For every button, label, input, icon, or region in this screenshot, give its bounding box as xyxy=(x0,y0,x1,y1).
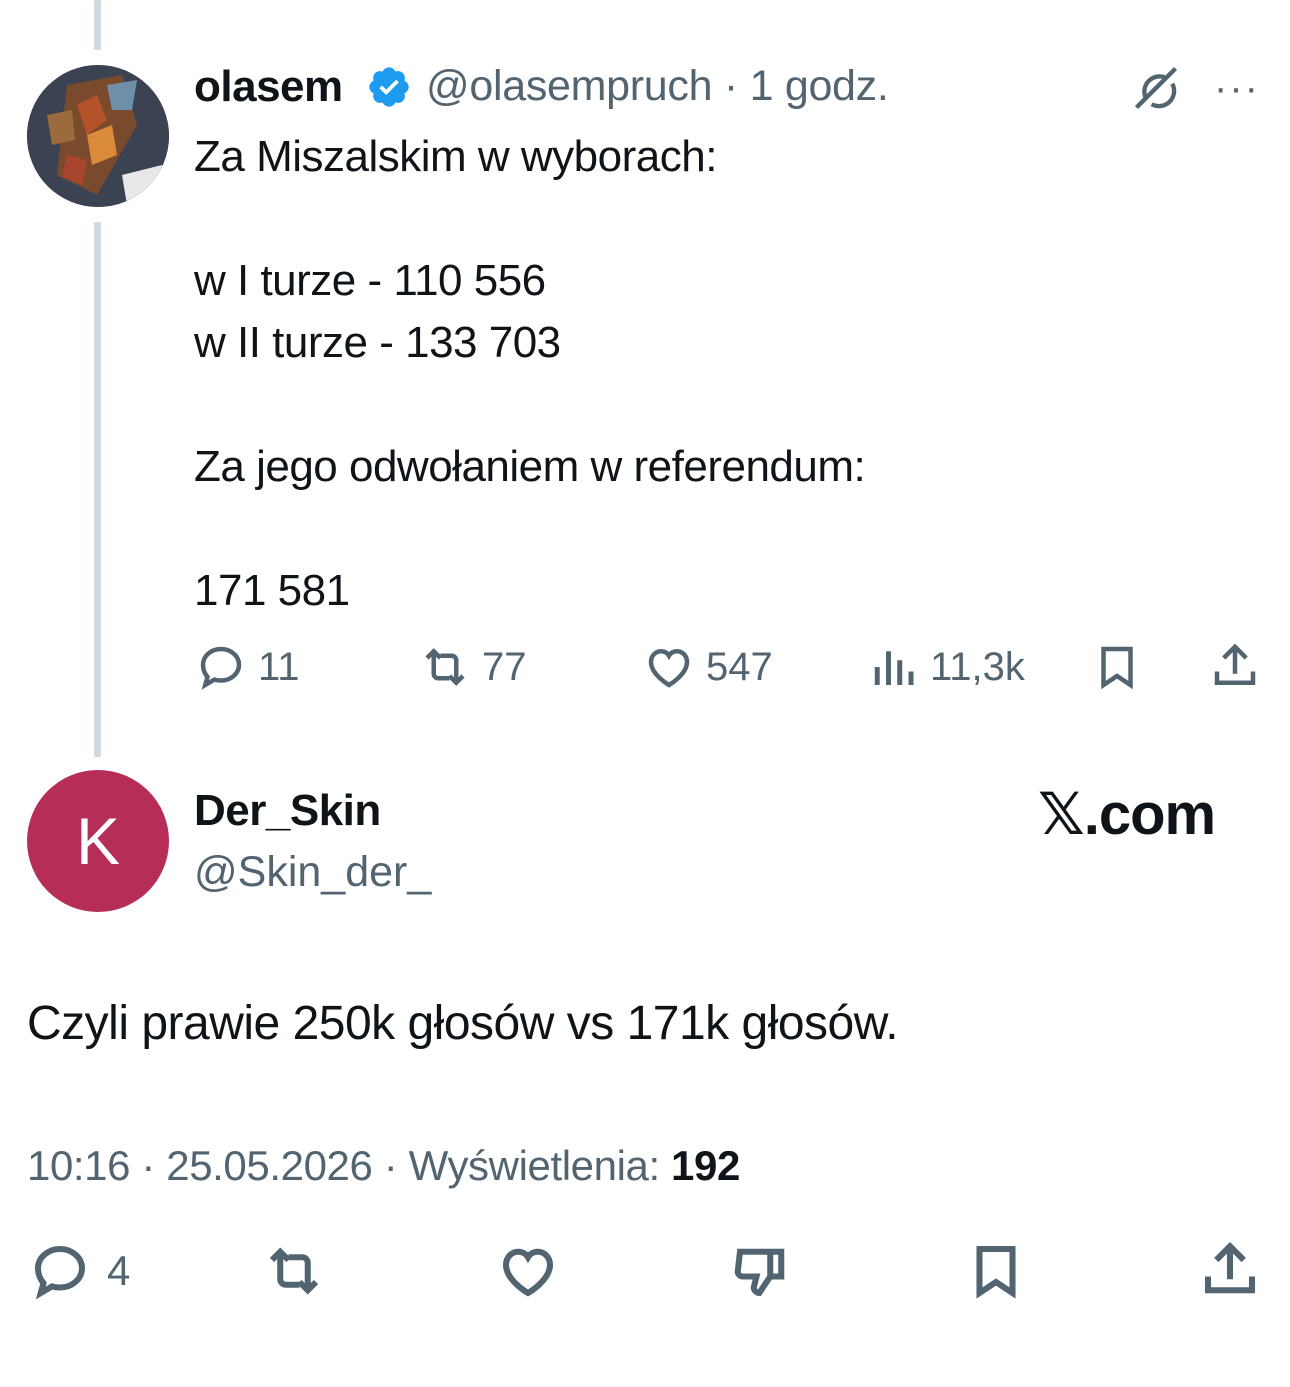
author-name[interactable]: Der_Skin xyxy=(194,786,381,836)
views-button[interactable]: 11,3k xyxy=(866,640,1025,694)
reply-icon xyxy=(34,1245,86,1300)
repost-button[interactable]: 77 xyxy=(418,640,527,694)
x-logo: 𝕏.com xyxy=(1038,782,1216,847)
like-icon xyxy=(502,1248,554,1297)
dislike-button[interactable] xyxy=(729,1238,795,1304)
repost-icon xyxy=(269,1247,319,1295)
tweet-text: Za Miszalskim w wyborach: w I turze - 110… xyxy=(194,126,866,622)
views-count: 192 xyxy=(671,1142,740,1189)
avatar-reply[interactable]: K xyxy=(27,770,169,912)
separator-dot: · xyxy=(712,62,750,110)
thread-line xyxy=(94,222,101,757)
author-handle[interactable]: @Skin_der_ xyxy=(194,848,431,897)
tweet-line: Za jego odwołaniem w referendum: xyxy=(194,442,866,491)
verified-badge-icon xyxy=(369,67,409,107)
bookmark-icon xyxy=(1101,646,1133,690)
tweet-time[interactable]: 10:16 xyxy=(27,1142,131,1189)
author-handle-time[interactable]: @olasempruch · 1 godz. xyxy=(426,62,889,111)
like-icon xyxy=(648,648,690,688)
grok-icon[interactable] xyxy=(1130,62,1182,114)
bookmark-icon xyxy=(976,1245,1016,1299)
tweet-line xyxy=(194,498,865,560)
timestamp[interactable]: 1 godz. xyxy=(750,62,889,110)
reply-count: 4 xyxy=(107,1247,131,1294)
tweet-date[interactable]: 25.05.2026 xyxy=(166,1142,373,1189)
repost-button[interactable] xyxy=(261,1238,327,1304)
reply-button[interactable]: 11 xyxy=(194,640,300,694)
like-button[interactable]: 547 xyxy=(642,640,773,694)
reply-icon xyxy=(200,646,242,690)
views-count: 11,3k xyxy=(930,644,1025,689)
tweet-line xyxy=(194,374,865,436)
share-button[interactable] xyxy=(1208,640,1262,694)
share-icon xyxy=(1204,1241,1256,1294)
bookmark-button[interactable] xyxy=(963,1238,1029,1304)
author-handle[interactable]: @olasempruch xyxy=(426,62,713,110)
tweet-text: Czyli prawie 250k głosów vs 171k głosów. xyxy=(27,997,899,1050)
tweet-line: w I turze - 110 556 xyxy=(194,256,546,305)
separator-dot: · xyxy=(130,1142,167,1189)
author-name[interactable]: olasem xyxy=(194,62,343,112)
share-button[interactable] xyxy=(1197,1238,1263,1304)
repost-icon xyxy=(425,648,465,686)
tweet-line: 171 581 xyxy=(194,566,350,615)
like-button[interactable] xyxy=(495,1238,561,1304)
avatar[interactable] xyxy=(27,65,169,207)
more-icon[interactable]: ··· xyxy=(1214,66,1260,111)
tweet-line: Za Miszalskim w wyborach: xyxy=(194,132,717,181)
views-label: Wyświetlenia: xyxy=(408,1142,661,1189)
reply-count: 11 xyxy=(258,644,300,689)
tweet-line xyxy=(194,188,865,250)
thread-line-top xyxy=(94,0,101,50)
repost-count: 77 xyxy=(482,644,527,689)
dislike-icon xyxy=(734,1248,785,1297)
reply-button[interactable]: 4 xyxy=(27,1238,130,1304)
bookmark-button[interactable] xyxy=(1090,640,1144,694)
tweet-line: w II turze - 133 703 xyxy=(194,318,561,367)
like-count: 547 xyxy=(706,644,773,689)
separator-dot: · xyxy=(372,1142,409,1189)
views-icon xyxy=(874,651,914,685)
tweet-metadata: 10:16 · 25.05.2026 · Wyświetlenia: 192 xyxy=(27,1142,740,1190)
share-icon xyxy=(1214,643,1256,685)
